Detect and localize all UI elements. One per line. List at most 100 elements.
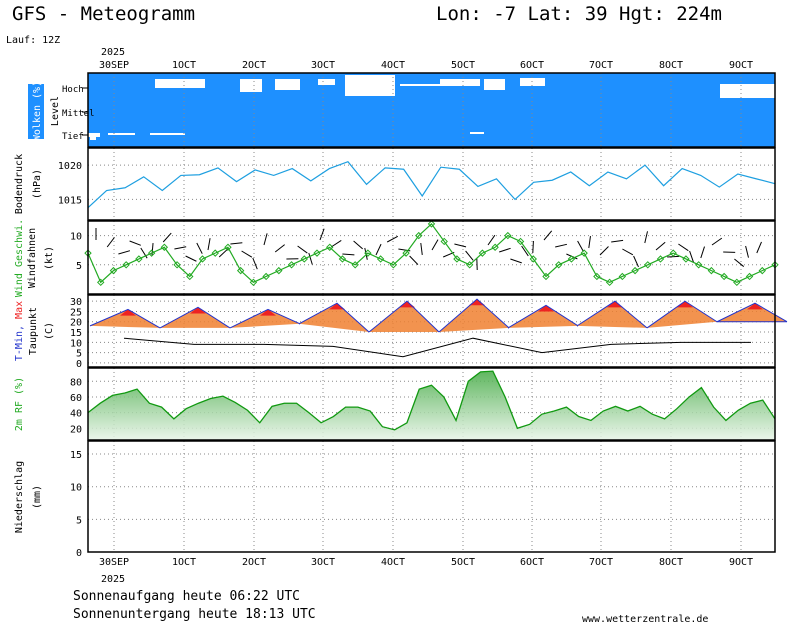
wind-barb — [297, 245, 308, 254]
wind-barb — [241, 250, 253, 258]
wind-barb — [162, 232, 172, 243]
wind-barb — [118, 250, 131, 255]
wind-barb — [756, 241, 762, 254]
cloud-gap — [345, 75, 395, 96]
run-label: Lauf: 12Z — [6, 35, 60, 46]
precip-panel-frame — [87, 440, 776, 553]
temp-tick-label: 30 — [70, 297, 82, 308]
wind-barb — [678, 243, 689, 252]
wind-barb — [532, 240, 534, 254]
date-tick-label-bottom: 1OCT — [172, 557, 196, 568]
wind-tick-label: 10 — [70, 232, 82, 243]
date-tick-label-top: 6OCT — [520, 60, 544, 71]
temp-ylabel: T-Min, Max — [14, 301, 25, 361]
wind-barb — [230, 242, 243, 245]
wind-barb — [431, 239, 439, 251]
wind-barb — [454, 243, 467, 248]
cloud-level-label: Mittel — [62, 109, 95, 119]
temp-tick-label: 10 — [70, 338, 82, 349]
date-tick-label-top: 7OCT — [589, 60, 613, 71]
wind-barb — [510, 258, 522, 264]
cloud-gap — [470, 132, 484, 134]
wind-barb — [745, 245, 749, 258]
wind-barb — [577, 240, 584, 252]
wind-barb — [375, 243, 382, 256]
date-tick-label-bottom: 30SEP — [99, 557, 129, 568]
rh-tick-label: 40 — [70, 409, 82, 420]
panels-group: 30SEP 30SEP 1OCT 1OCT 2OCT 2OCT 3OCT 3OCT 4OCT 4O… — [14, 60, 788, 568]
pressure-unit: (hPa) — [32, 169, 43, 199]
wind-barb — [319, 228, 325, 241]
temp-ylabel2: Taupunkt — [28, 307, 39, 355]
cloud-gap — [275, 79, 300, 90]
date-tick-label-top: 9OCT — [729, 60, 753, 71]
wind-ylabel: Wind Geschwi. — [14, 219, 25, 297]
temp-tick-label: 20 — [70, 318, 82, 329]
wind-barb — [353, 240, 363, 250]
precip-tick-label: 15 — [70, 450, 82, 461]
wind-barb — [465, 250, 474, 261]
cloud-gap — [400, 84, 440, 86]
pressure-ylabel: Bodendruck — [14, 154, 25, 214]
rh-ylabel: 2m RF (%) — [14, 377, 25, 431]
pressure-panel-frame — [87, 147, 776, 221]
wind-unit: (kt) — [44, 246, 55, 270]
wind-barb — [174, 246, 187, 250]
wind-barb — [633, 255, 639, 268]
wind-barb — [129, 240, 141, 246]
precip-tick-label: 0 — [76, 548, 82, 559]
meteogram-chart: GFS - Meteogramm Lon: -7 Lat: 39 Hgt: 22… — [6, 3, 788, 625]
wind-barb — [487, 234, 496, 246]
wind-barb — [185, 255, 197, 262]
date-tick-label-top: 3OCT — [311, 60, 335, 71]
wind-barb — [196, 242, 203, 254]
wind-barb — [252, 257, 258, 270]
date-tick-label-top: 8OCT — [659, 60, 683, 71]
wind-barb — [386, 235, 399, 243]
cloud-gap — [108, 133, 135, 135]
wind-barb — [106, 237, 115, 248]
cloud-level-label: Tief — [62, 132, 84, 142]
wind-barb — [330, 240, 342, 248]
rh-tick-label: 80 — [70, 377, 82, 388]
precip-tick-label: 10 — [70, 483, 82, 494]
wind-barb — [644, 231, 648, 244]
wind-barb — [700, 246, 705, 259]
pressure-tick-label: 1020 — [58, 161, 82, 172]
wind-barb — [622, 248, 634, 256]
source-label: www.wetterzentrale.de — [582, 614, 708, 625]
date-tick-label-bottom: 5OCT — [451, 557, 475, 568]
cloud-gap — [240, 79, 262, 92]
wind-barb — [342, 253, 355, 256]
date-tick-label-top: 2OCT — [242, 60, 266, 71]
precip-tick-label: 5 — [76, 515, 82, 526]
rh-area — [88, 371, 775, 440]
pressure-tick-label: 1015 — [58, 195, 82, 206]
cloud-gap — [484, 79, 505, 90]
temp-tick-label: 25 — [70, 307, 82, 318]
date-tick-label-bottom: 6OCT — [520, 557, 544, 568]
rh-tick-label: 60 — [70, 393, 82, 404]
cloud-gap — [440, 79, 480, 86]
date-tick-label-bottom: 8OCT — [659, 557, 683, 568]
rh-tick-label: 20 — [70, 424, 82, 435]
precip-unit: (mm) — [32, 485, 43, 509]
wind-barb — [611, 239, 624, 243]
temp-tick-label: 5 — [76, 349, 82, 360]
date-tick-label-bottom: 2OCT — [242, 557, 266, 568]
cloud-level-label: Hoch — [62, 85, 84, 95]
wind-barb — [499, 247, 511, 253]
cloud-gap — [90, 137, 96, 140]
date-tick-label-bottom: 9OCT — [729, 557, 753, 568]
temp-unit: (C) — [44, 322, 55, 340]
sunset-label: Sonnenuntergang heute 18:13 UTC — [73, 607, 316, 622]
wind-panel-frame — [87, 220, 776, 295]
wind-barb — [409, 255, 419, 265]
cloud-gap — [150, 133, 185, 135]
cloud-level-ylabel: Level — [50, 96, 61, 126]
cloud-gap — [88, 133, 100, 137]
cloud-ylabel: Wolken (%) — [32, 81, 43, 141]
wind-tick-label: 5 — [76, 261, 82, 272]
chart-title: GFS - Meteogramm — [12, 3, 195, 25]
date-tick-label-top: 4OCT — [381, 60, 405, 71]
